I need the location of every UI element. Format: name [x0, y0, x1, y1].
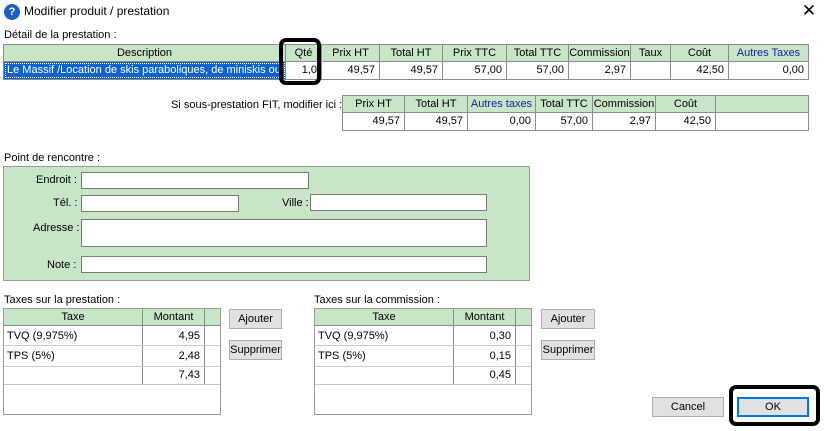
header-prix-ht: Prix HT	[322, 45, 380, 61]
fit-header-commission: Commission	[593, 96, 656, 112]
adresse-label: Adresse :	[33, 222, 80, 234]
taxes-commission-header-spacer	[516, 309, 531, 325]
header-autres-taxes: Autres Taxes	[736, 47, 801, 59]
meeting-section-label: Point de rencontre :	[4, 152, 101, 164]
tax-name-cell[interactable]: TVQ (9,975%)	[315, 326, 454, 345]
add-tax-commission-button[interactable]: Ajouter	[541, 309, 595, 329]
header-total-ttc: Total TTC	[507, 45, 569, 61]
table-row[interactable]: TPS (5%) 2,48	[4, 346, 220, 367]
header-taux: Taux	[631, 45, 671, 61]
header-description: Description	[4, 45, 286, 61]
tel-input[interactable]	[81, 195, 239, 212]
tax-amount-cell[interactable]: 0,30	[454, 326, 516, 345]
detail-header-row: Description Qté Prix HT Total HT Prix TT…	[4, 45, 808, 62]
tax-amount-cell[interactable]: 4,95	[143, 326, 205, 345]
table-row[interactable]: TVQ (9,975%) 0,30	[315, 326, 531, 346]
taxes-prestation-header-taxe: Taxe	[4, 309, 143, 325]
detail-section-label: Détail de la prestation :	[4, 29, 117, 41]
taxes-prestation-header: Taxe Montant	[4, 309, 220, 326]
prix-ht-cell[interactable]: 49,57	[322, 62, 380, 79]
note-input[interactable]	[81, 256, 487, 273]
add-tax-prestation-button[interactable]: Ajouter	[229, 309, 282, 329]
description-cell[interactable]: Le Massif /Location de skis paraboliques…	[4, 62, 286, 79]
taxes-prestation-label: Taxes sur la prestation :	[4, 294, 121, 306]
fit-header-total-ht: Total HT	[405, 96, 468, 112]
fit-section-label: Si sous-prestation FIT, modifier ici :	[171, 99, 343, 111]
cancel-button[interactable]: Cancel	[652, 397, 724, 417]
autres-taxes-cell[interactable]: 0,00	[729, 62, 808, 79]
fit-cout-cell[interactable]: 42,50	[656, 113, 716, 130]
commission-cell[interactable]: 2,97	[569, 62, 631, 79]
tax-amount-cell[interactable]: 0,15	[454, 346, 516, 366]
tax-name-cell[interactable]: TPS (5%)	[315, 346, 454, 366]
tax-amount-cell[interactable]: 2,48	[143, 346, 205, 366]
taxes-prestation-header-spacer	[205, 309, 220, 325]
fit-header-spacer	[716, 96, 809, 112]
total-row: 7,43	[4, 367, 220, 385]
fit-header-prix-ht: Prix HT	[343, 96, 405, 112]
remove-tax-prestation-button[interactable]: Supprimer	[229, 340, 282, 360]
fit-data-row[interactable]: 49,57 49,57 0,00 57,00 2,97 42,50	[343, 113, 808, 130]
fit-header-autres-taxes: Autres taxes	[468, 96, 536, 112]
close-icon[interactable]: ✕	[798, 1, 820, 21]
header-cout: Coût	[671, 45, 729, 61]
fit-header-total-ttc: Total TTC	[536, 96, 593, 112]
taux-cell[interactable]	[631, 62, 671, 79]
header-total-ht: Total HT	[380, 45, 443, 61]
table-row[interactable]: TPS (5%) 0,15	[315, 346, 531, 367]
cout-cell[interactable]: 42,50	[671, 62, 729, 79]
taxes-prestation-header-montant: Montant	[143, 309, 205, 325]
taxes-commission-label: Taxes sur la commission :	[314, 294, 440, 306]
taxes-commission-grid: Taxe Montant TVQ (9,975%) 0,30 TPS (5%) …	[314, 308, 532, 415]
total-ttc-cell[interactable]: 57,00	[507, 62, 569, 79]
tel-label: Tél. :	[53, 197, 78, 209]
tax-total-cell: 0,45	[454, 367, 516, 384]
fit-total-ht-cell[interactable]: 49,57	[405, 113, 468, 130]
fit-prix-ht-cell[interactable]: 49,57	[343, 113, 405, 130]
fit-header-cout: Coût	[656, 96, 716, 112]
ville-label: Ville :	[282, 197, 309, 209]
header-commission: Commission	[569, 45, 631, 61]
detail-grid: Description Qté Prix HT Total HT Prix TT…	[3, 44, 809, 80]
endroit-input[interactable]	[81, 172, 309, 189]
fit-empty-cell	[716, 113, 809, 130]
remove-tax-commission-button[interactable]: Supprimer	[541, 340, 595, 360]
qty-highlight-marker	[279, 38, 321, 85]
endroit-label: Endroit :	[36, 174, 77, 186]
taxes-commission-header: Taxe Montant	[315, 309, 531, 326]
total-ht-cell[interactable]: 49,57	[380, 62, 443, 79]
fit-autres-taxes-cell[interactable]: 0,00	[468, 113, 536, 130]
note-label: Note :	[47, 259, 77, 271]
tax-name-cell[interactable]: TVQ (9,975%)	[4, 326, 143, 345]
taxes-commission-header-montant: Montant	[454, 309, 516, 325]
taxes-prestation-grid: Taxe Montant TVQ (9,975%) 4,95 TPS (5%) …	[3, 308, 221, 415]
title-bar: ? Modifier produit / prestation ✕	[0, 0, 825, 24]
tax-name-cell[interactable]: TPS (5%)	[4, 346, 143, 366]
ville-input[interactable]	[310, 194, 487, 211]
ok-highlight-marker	[729, 385, 820, 426]
fit-header-row: Prix HT Total HT Autres taxes Total TTC …	[343, 96, 808, 113]
adresse-textarea[interactable]	[81, 219, 487, 247]
fit-grid: Prix HT Total HT Autres taxes Total TTC …	[342, 95, 809, 131]
tax-total-label-cell	[4, 367, 143, 384]
prix-ttc-cell[interactable]: 57,00	[443, 62, 507, 79]
help-icon: ?	[4, 4, 20, 20]
tax-total-cell: 7,43	[143, 367, 205, 384]
header-prix-ttc: Prix TTC	[443, 45, 507, 61]
fit-total-ttc-cell[interactable]: 57,00	[536, 113, 593, 130]
table-row[interactable]: TVQ (9,975%) 4,95	[4, 326, 220, 346]
tax-total-label-cell	[315, 367, 454, 384]
window-title: Modifier produit / prestation	[24, 4, 170, 18]
total-row: 0,45	[315, 367, 531, 385]
taxes-commission-header-taxe: Taxe	[315, 309, 454, 325]
fit-commission-cell[interactable]: 2,97	[593, 113, 656, 130]
detail-data-row[interactable]: Le Massif /Location de skis paraboliques…	[4, 62, 808, 79]
